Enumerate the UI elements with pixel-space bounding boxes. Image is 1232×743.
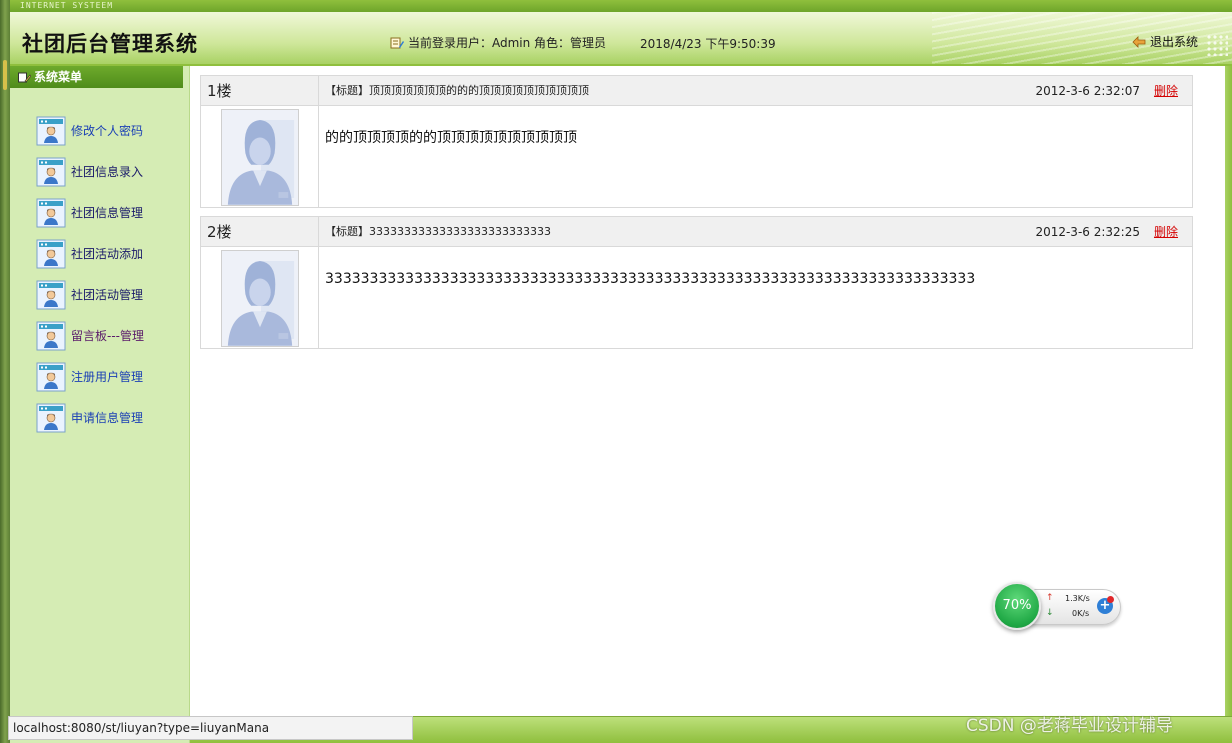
user-card-icon bbox=[36, 157, 66, 186]
sidebar-heading: 系统菜单 bbox=[10, 66, 183, 88]
post-avatar-column bbox=[201, 106, 319, 207]
menu-edit-icon bbox=[18, 72, 31, 82]
user-card-icon bbox=[36, 239, 66, 268]
header: 社团后台管理系统 当前登录用户：Admin 角色：管理员 2018/4/23 下… bbox=[10, 12, 1232, 66]
widget-percent[interactable]: 70% bbox=[993, 582, 1041, 630]
sidebar-item-label: 社团活动管理 bbox=[71, 288, 144, 302]
sidebar-item-label: 留言板---管理 bbox=[71, 329, 144, 343]
user-card-icon bbox=[36, 362, 66, 391]
post-content: 的的顶顶顶顶的的顶顶顶顶顶顶顶顶顶顶 bbox=[325, 130, 577, 146]
datetime: 2018/4/23 下午9:50:39 bbox=[640, 37, 776, 51]
user-card-icon bbox=[36, 198, 66, 227]
post-avatar-column bbox=[201, 247, 319, 348]
sidebar-item-label: 申请信息管理 bbox=[71, 411, 144, 425]
edge-mark bbox=[3, 60, 7, 90]
upload-speed: 1.3K/s bbox=[1065, 594, 1090, 603]
download-speed: 0K/s bbox=[1072, 609, 1090, 618]
post-body: 的的顶顶顶顶的的顶顶顶顶顶顶顶顶顶顶 bbox=[201, 106, 1192, 207]
network-speed-widget[interactable]: 70% ↑ 1.3K/s ↓ 0K/s + bbox=[993, 582, 1123, 630]
user-info-text: 当前登录用户：Admin 角色：管理员 bbox=[408, 36, 607, 50]
logout-label: 退出系统 bbox=[1150, 35, 1199, 49]
sidebar-item-application-manage[interactable]: 申请信息管理 bbox=[10, 397, 190, 438]
system-tagline: INTERNET SYSTEEM bbox=[20, 1, 114, 10]
post-title: 【标题】顶顶顶顶顶顶顶的的的顶顶顶顶顶顶顶顶顶顶 bbox=[325, 84, 589, 97]
user-info: 当前登录用户：Admin 角色：管理员 bbox=[390, 34, 606, 51]
post-header: 2楼 【标题】33333333333333333333333333 2012-3-6… bbox=[201, 217, 1192, 247]
post-title: 【标题】33333333333333333333333333 bbox=[325, 225, 551, 238]
watermark: CSDN @老蒋毕业设计辅导 bbox=[966, 716, 1173, 736]
sidebar-item-label: 社团信息录入 bbox=[71, 165, 144, 179]
sidebar-item-label: 注册用户管理 bbox=[71, 370, 144, 384]
post-content: 3333333333333333333333333333333333333333… bbox=[325, 271, 976, 287]
user-card-icon bbox=[36, 280, 66, 309]
top-strip: INTERNET SYSTEEM bbox=[10, 0, 1232, 12]
upload-arrow-icon: ↑ bbox=[1046, 593, 1054, 603]
sidebar-item-label: 社团活动添加 bbox=[71, 247, 144, 261]
post-floor: 1楼 bbox=[201, 76, 319, 105]
post-date: 2012-3-6 2:32:07 bbox=[1035, 84, 1140, 98]
sidebar: 系统菜单 修改个人密码 社团信息录入 社团信息管理 社团活动添加 社团活动管理 留言板--… bbox=[10, 66, 200, 743]
post-header: 1楼 【标题】顶顶顶顶顶顶顶的的的顶顶顶顶顶顶顶顶顶顶 2012-3-6 2:32:… bbox=[201, 76, 1192, 106]
avatar bbox=[221, 250, 299, 347]
post-date: 2012-3-6 2:32:25 bbox=[1035, 225, 1140, 239]
header-dots-decoration bbox=[1206, 34, 1228, 56]
notification-dot-icon bbox=[1107, 596, 1114, 603]
sidebar-menu: 修改个人密码 社团信息录入 社团信息管理 社团活动添加 社团活动管理 留言板---管理 注册… bbox=[10, 110, 190, 438]
avatar bbox=[221, 109, 299, 206]
delete-link[interactable]: 删除 bbox=[1154, 217, 1178, 246]
message-post: 1楼 【标题】顶顶顶顶顶顶顶的的的顶顶顶顶顶顶顶顶顶顶 2012-3-6 2:32:… bbox=[200, 75, 1193, 208]
logout-arrow-icon bbox=[1132, 35, 1146, 48]
sidebar-item-label: 社团信息管理 bbox=[71, 206, 144, 220]
download-arrow-icon: ↓ bbox=[1046, 608, 1054, 618]
sidebar-item-registered-users-manage[interactable]: 注册用户管理 bbox=[10, 356, 190, 397]
sidebar-item-change-password[interactable]: 修改个人密码 bbox=[10, 110, 190, 151]
app-window: INTERNET SYSTEEM 社团后台管理系统 当前登录用户：Admin 角… bbox=[0, 0, 1232, 743]
post-floor: 2楼 bbox=[201, 217, 319, 246]
sidebar-heading-text: 系统菜单 bbox=[34, 70, 83, 84]
user-card-icon bbox=[36, 321, 66, 350]
user-card-icon bbox=[36, 403, 66, 432]
sidebar-item-club-info-entry[interactable]: 社团信息录入 bbox=[10, 151, 190, 192]
delete-link[interactable]: 删除 bbox=[1154, 76, 1178, 105]
desktop-edge-strip bbox=[0, 0, 10, 743]
logout-button[interactable]: 退出系统 bbox=[1132, 33, 1198, 50]
page-title: 社团后台管理系统 bbox=[22, 32, 198, 56]
message-post: 2楼 【标题】33333333333333333333333333 2012-3-6… bbox=[200, 216, 1193, 349]
user-edit-icon bbox=[390, 37, 404, 48]
user-card-icon bbox=[36, 116, 66, 145]
sidebar-item-club-info-manage[interactable]: 社团信息管理 bbox=[10, 192, 190, 233]
sidebar-item-club-activity-manage[interactable]: 社团活动管理 bbox=[10, 274, 190, 315]
post-body: 3333333333333333333333333333333333333333… bbox=[201, 247, 1192, 348]
sidebar-item-label: 修改个人密码 bbox=[71, 124, 144, 138]
status-bar-url: localhost:8080/st/liuyan?type=liuyanMana bbox=[8, 716, 413, 740]
sidebar-item-message-board-manage[interactable]: 留言板---管理 bbox=[10, 315, 190, 356]
right-frame-edge bbox=[1225, 66, 1232, 716]
sidebar-item-club-activity-add[interactable]: 社团活动添加 bbox=[10, 233, 190, 274]
